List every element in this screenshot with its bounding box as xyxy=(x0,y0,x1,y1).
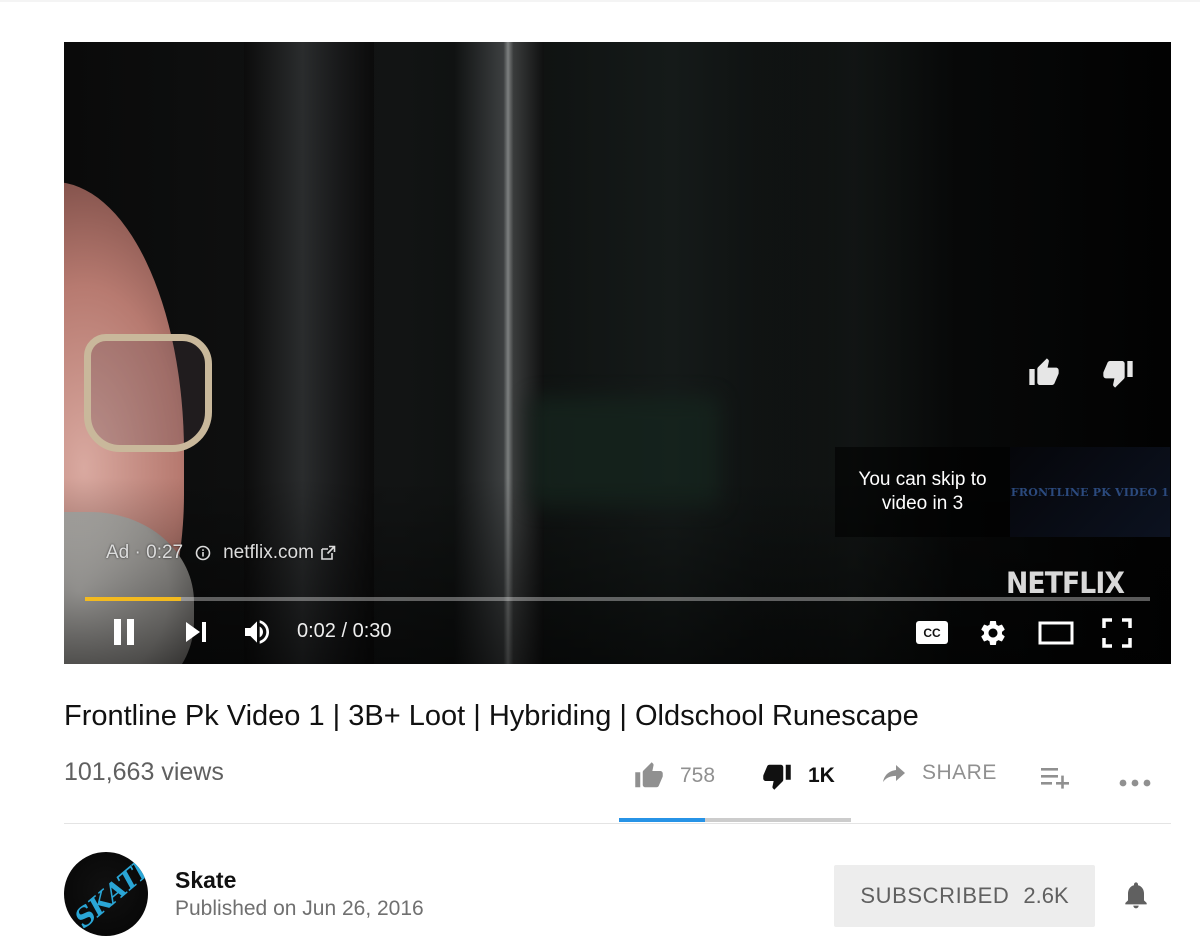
share-button[interactable]: SHARE xyxy=(880,761,997,785)
captions-icon: CC xyxy=(916,621,948,644)
skip-thumb-label: FRONTLINE PK VIDEO 1 xyxy=(1010,485,1170,499)
ad-thumbs-up-icon[interactable] xyxy=(1026,357,1062,389)
channel-avatar[interactable]: SKATE xyxy=(64,852,148,936)
add-to-playlist-button[interactable] xyxy=(1040,765,1072,789)
bell-icon xyxy=(1125,882,1147,909)
divider xyxy=(64,823,1171,824)
svg-text:CC: CC xyxy=(923,626,941,640)
captions-button[interactable]: CC xyxy=(915,620,949,645)
time-display: 0:02 / 0:30 xyxy=(297,620,392,642)
theater-mode-button[interactable] xyxy=(1038,621,1074,645)
theater-mode-icon xyxy=(1038,621,1074,645)
sentiment-bar xyxy=(619,818,851,822)
view-count: 101,663 views xyxy=(64,758,224,786)
skip-ad-countdown: You can skip to video in 3 xyxy=(835,447,1010,537)
dislike-button[interactable]: 1K xyxy=(760,761,835,791)
ad-domain-link[interactable]: netflix.com xyxy=(223,542,314,564)
settings-button[interactable] xyxy=(978,618,1008,648)
video-player[interactable]: You can skip to video in 3 FRONTLINE PK … xyxy=(64,42,1171,664)
pause-button[interactable] xyxy=(112,618,138,646)
subscribed-button[interactable]: SUBSCRIBED 2.6K xyxy=(834,865,1095,927)
fullscreen-icon xyxy=(1102,618,1132,648)
video-title: Frontline Pk Video 1 | 3B+ Loot | Hybrid… xyxy=(64,700,919,732)
more-icon xyxy=(1119,779,1151,787)
sentiment-like-fill xyxy=(619,818,705,822)
ad-thumbs-down-icon[interactable] xyxy=(1100,357,1136,389)
like-button[interactable]: 758 xyxy=(632,761,715,791)
advertiser-logo: NETFLIX xyxy=(1006,566,1125,600)
thumbs-down-icon xyxy=(763,764,791,790)
channel-name[interactable]: Skate xyxy=(175,867,236,894)
progress-bar[interactable] xyxy=(85,597,1150,601)
dislike-count: 1K xyxy=(808,764,835,787)
more-actions-button[interactable] xyxy=(1118,775,1152,787)
skip-ad-thumbnail[interactable]: FRONTLINE PK VIDEO 1 xyxy=(1010,447,1170,537)
publish-date: Published on Jun 26, 2016 xyxy=(175,897,424,920)
thumbs-up-icon xyxy=(635,762,663,788)
share-icon xyxy=(883,765,905,782)
next-button[interactable] xyxy=(184,620,208,644)
subscribe-label: SUBSCRIBED xyxy=(860,883,1010,908)
progress-fill xyxy=(85,597,181,601)
playlist-add-icon xyxy=(1041,768,1069,789)
fullscreen-button[interactable] xyxy=(1102,618,1132,648)
pause-icon xyxy=(114,619,134,645)
avatar-logo-text: SKATE xyxy=(69,852,148,935)
video-frame xyxy=(64,42,1171,664)
volume-icon xyxy=(245,620,269,644)
share-label: SHARE xyxy=(922,761,997,784)
notification-bell-button[interactable] xyxy=(1120,878,1152,912)
subscriber-count: 2.6K xyxy=(1023,883,1069,908)
next-icon xyxy=(186,622,206,642)
top-border xyxy=(0,0,1200,2)
info-icon[interactable] xyxy=(195,545,211,561)
ad-label: Ad · 0:27 xyxy=(106,542,184,563)
gear-icon xyxy=(981,621,1005,645)
external-link-icon[interactable] xyxy=(320,545,336,561)
skip-ad-text: You can skip to video in 3 xyxy=(858,469,987,514)
ad-info: Ad · 0:27 netflix.com xyxy=(106,540,336,566)
volume-button[interactable] xyxy=(239,616,275,648)
like-count: 758 xyxy=(680,764,716,787)
